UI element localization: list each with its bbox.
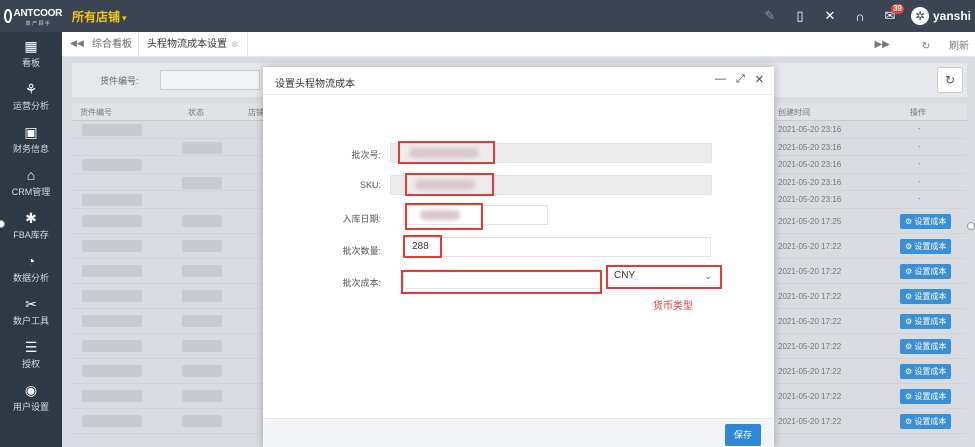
logistics-cost-dialog: 设置头程物流成本 — ⤢ ✕ 批次号: SKU: 入库日期: 批次数量: 288… [263,67,774,447]
sidebar-item-tools[interactable]: ✂ 数户工具 [0,290,62,333]
tab-bar: ◀◀ 综合看板 头程物流成本设置 ⊗ ▶▶ ↻ 刷新 [62,32,975,57]
logo-text: ANTCOOR [13,8,63,19]
set-cost-button[interactable]: ⚙ 设置成本 [900,288,952,304]
currency-highlight [606,265,722,289]
column-header: 状态 [188,108,204,117]
column-header: 操作 [910,108,926,117]
set-cost-button[interactable]: ⚙ 设置成本 [900,313,952,329]
sidebar-item-data-analysis[interactable]: ◔ 数据分析 [0,247,62,290]
logo-icon [4,9,12,23]
logo[interactable]: ANTCOOR 数 产 顾 手 [4,4,62,28]
close-icon[interactable]: ✕ [755,73,764,86]
column-header: 创建时间 [778,108,810,117]
user-settings-icon: ◉ [24,382,38,398]
analysis-icon: ⚘ [24,81,38,97]
store-label: 所有店铺 [72,10,121,24]
resize-handle[interactable] [967,222,975,230]
tab-close-icon[interactable]: ⊗ [231,39,239,49]
gear-icon: ⚙ [905,341,913,351]
dialog-controls: — ⤢ ✕ [705,73,764,86]
shipment-no-input[interactable] [160,70,260,90]
date-highlight [405,203,483,230]
gear-icon: ⚙ [905,366,913,376]
dialog-header: 设置头程物流成本 — ⤢ ✕ [263,67,774,95]
authorize-icon: ☰ [24,339,38,355]
tab-dashboard[interactable]: 综合看板 [84,32,140,57]
gear-icon: ⚙ [905,266,913,276]
top-actions: ✎ ▯ ✕ ∩ ✉ 39 ✲ yanshi [755,0,971,32]
avatar: ✲ [910,7,929,25]
sidebar-item-user-settings[interactable]: ◉ 用户设置 [0,376,62,419]
refresh-icon: ↻ [921,41,931,52]
maximize-icon[interactable]: ⤢ [736,73,745,86]
tab-scroll-left-icon[interactable]: ◀◀ [70,38,84,49]
sku-highlight [405,173,494,196]
headset-icon[interactable]: ∩ [845,0,875,32]
caret-down-icon: ▾ [122,13,127,23]
gear-icon: ⚙ [905,416,913,426]
username: yanshi [932,9,971,23]
gear-icon: ⚙ [905,241,913,251]
mail-count-badge: 39 [891,4,904,14]
gear-icon: ⚙ [905,291,913,301]
filter-label: 货件编号: [100,76,139,86]
sku-label: SKU: [359,180,381,190]
cost-highlight [401,270,602,294]
dashboard-icon: ▦ [24,38,38,54]
sidebar-item-fba-inventory[interactable]: ✱ FBA库存 [0,204,62,247]
mobile-icon[interactable]: ▯ [785,0,815,32]
gear-icon: ⚙ [905,391,913,401]
batch-no-highlight [398,141,495,164]
store-selector[interactable]: 所有店铺 ▾ [72,8,127,25]
sidebar-item-analysis[interactable]: ⚘ 运营分析 [0,75,62,118]
batch-no-label: 批次号: [351,150,381,160]
date-label: 入库日期: [342,214,381,224]
set-cost-button[interactable]: ⚙ 设置成本 [900,238,952,254]
tab-actions: ▶▶ ↻ 刷新 [858,32,969,57]
top-bar: ANTCOOR 数 产 顾 手 所有店铺 ▾ ✎ ▯ ✕ ∩ ✉ 39 ✲ yans… [0,0,975,32]
tab-scroll-right-icon[interactable]: ▶▶ [874,39,889,50]
batch-qty-input[interactable]: 288 [403,237,711,257]
tab-logistics-cost[interactable]: 头程物流成本设置 ⊗ [138,32,248,57]
set-cost-button[interactable]: ⚙ 设置成本 [900,363,952,379]
dialog-body: 批次号: SKU: 入库日期: 批次数量: 288 批次成本: CNY ⌄ 货币… [263,95,774,418]
table-refresh-button[interactable]: ↻ [937,67,963,93]
set-cost-button[interactable]: ⚙ 设置成本 [900,263,952,279]
refresh-link[interactable]: ↻ 刷新 [906,37,969,52]
user-menu[interactable]: ✲ yanshi [910,7,971,25]
mail-icon[interactable]: ✉ 39 [875,0,905,32]
tools-icon: ✂ [25,296,37,312]
column-header: 店铺 [248,108,264,117]
dialog-footer: 保存 [263,418,774,447]
inventory-icon: ✱ [25,210,37,226]
sidebar-item-authorize[interactable]: ☰ 授权 [0,333,62,376]
data-icon: ◔ [26,253,36,269]
sidebar-item-finance[interactable]: ▣ 财务信息 [0,118,62,161]
column-header: 货件编号 [80,108,112,117]
pin-icon[interactable]: ✎ [755,0,785,32]
set-cost-button[interactable]: ⚙ 设置成本 [900,338,952,354]
dialog-title: 设置头程物流成本 [275,79,355,90]
qty-label: 批次数量: [342,246,381,256]
fullscreen-icon[interactable]: ✕ [815,0,845,32]
currency-annotation: 货币类型 [653,301,693,312]
cost-label: 批次成本: [342,278,381,288]
finance-icon: ▣ [24,124,38,140]
set-cost-button[interactable]: ⚙ 设置成本 [900,213,952,229]
gear-icon: ⚙ [905,216,913,226]
sidebar: ▦ 看板 ⚘ 运营分析 ▣ 财务信息 ⌂ CRM管理 ✱ FBA库存 ◔ 数据分析 ✂ 数户工… [0,32,62,447]
gear-icon: ⚙ [905,316,913,326]
qty-highlight [403,235,442,258]
set-cost-button[interactable]: ⚙ 设置成本 [900,413,952,429]
sidebar-item-dashboard[interactable]: ▦ 看板 [0,32,62,75]
save-button[interactable]: 保存 [725,424,761,446]
refresh-icon: ↻ [944,73,956,87]
minimize-icon[interactable]: — [715,73,726,86]
logo-subtext: 数 产 顾 手 [25,21,50,27]
set-cost-button[interactable]: ⚙ 设置成本 [900,388,952,404]
crm-icon: ⌂ [26,167,36,183]
sidebar-item-crm[interactable]: ⌂ CRM管理 [0,161,62,204]
